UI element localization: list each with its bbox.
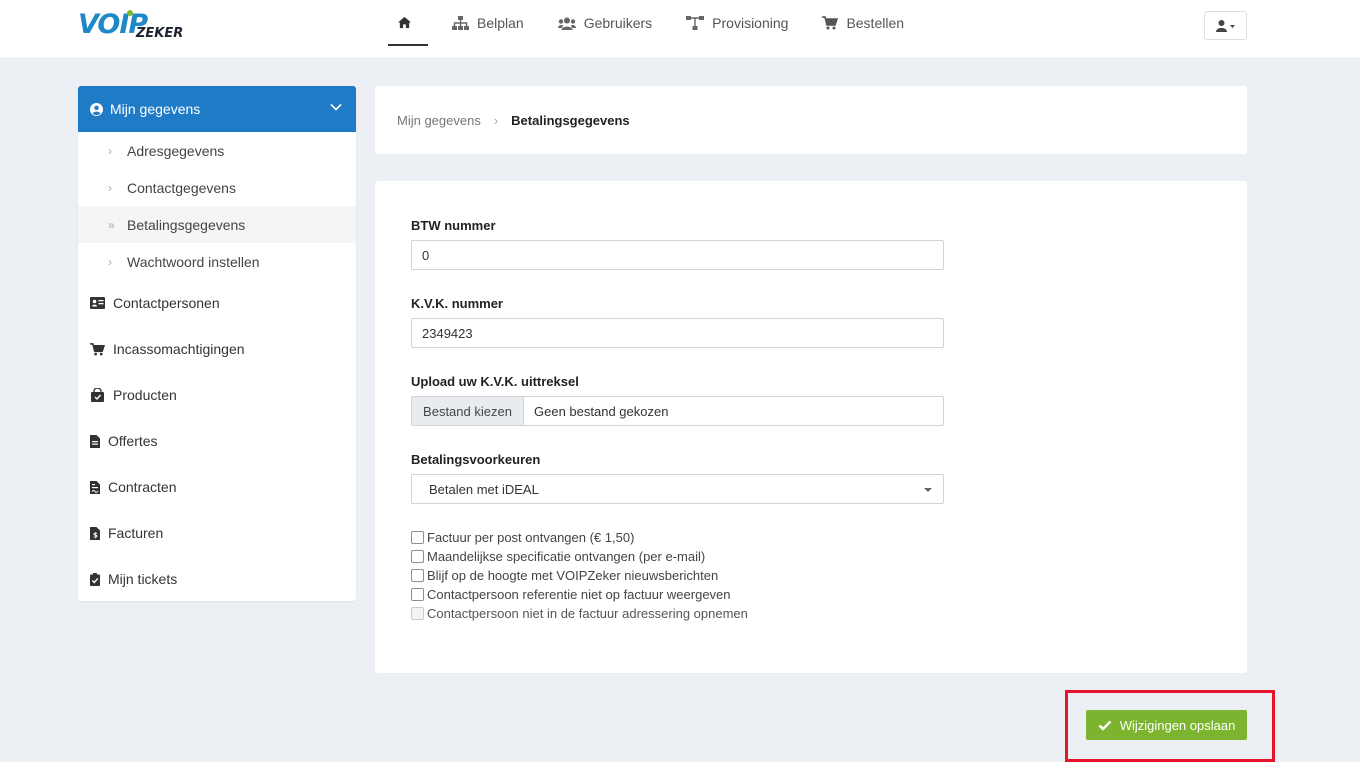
payment-details-form: BTW nummer K.V.K. nummer Upload uw K.V.K… <box>375 181 1247 673</box>
checkbox-box[interactable] <box>411 550 424 563</box>
breadcrumb-current: Betalingsgegevens <box>511 112 630 128</box>
btw-number-input[interactable] <box>411 240 944 270</box>
sidebar-item-betalingsgegevens[interactable]: » Betalingsgegevens <box>78 206 356 243</box>
chevron-right-icon: › <box>108 254 112 269</box>
sidebar-item-mijn-tickets[interactable]: Mijn tickets <box>78 556 356 602</box>
kvk-label: K.V.K. nummer <box>411 296 503 311</box>
save-button-label: Wijzigingen opslaan <box>1119 717 1236 733</box>
logo-text-sub: ZEKER <box>136 26 184 41</box>
choose-file-button[interactable]: Bestand kiezen <box>412 397 524 425</box>
sidebar-item-producten[interactable]: Producten <box>78 372 356 418</box>
kvk-upload-label: Upload uw K.V.K. uittreksel <box>411 374 579 389</box>
checkbox-hide-contact-reference[interactable]: Contactpersoon referentie niet op factuu… <box>411 585 748 604</box>
nav-item-home[interactable] <box>388 0 428 46</box>
nav-item-label: Bestellen <box>846 15 905 31</box>
top-navbar: VOIP ZEKER Belplan Gebruikers Provisioni… <box>0 0 1360 59</box>
sidebar: Mijn gegevens › Adresgegevens › Contactg… <box>78 86 356 601</box>
sidebar-item-incassomachtigingen[interactable]: Incassomachtigingen <box>78 326 356 372</box>
payment-preference-value: Betalen met iDEAL <box>429 481 539 497</box>
checkbox-newsletter[interactable]: Blijf op de hoogte met VOIPZeker nieuwsb… <box>411 566 748 585</box>
file-status-text: Geen bestand gekozen <box>534 403 669 419</box>
clipboard-check-icon <box>90 572 100 586</box>
file-icon <box>90 434 100 448</box>
kvk-number-input[interactable] <box>411 318 944 348</box>
user-circle-icon <box>90 102 103 116</box>
sitemap-icon <box>452 16 469 30</box>
checkbox-label: Factuur per post ontvangen (€ 1,50) <box>427 530 635 545</box>
dropdown-caret-icon <box>924 488 932 492</box>
sidebar-item-label: Adresgegevens <box>127 142 225 159</box>
sidebar-item-offertes[interactable]: Offertes <box>78 418 356 464</box>
sidebar-item-contactgegevens[interactable]: › Contactgegevens <box>78 169 356 206</box>
checkbox-box[interactable] <box>411 569 424 582</box>
btw-label: BTW nummer <box>411 218 496 233</box>
checkbox-label: Blijf op de hoogte met VOIPZeker nieuwsb… <box>427 568 719 583</box>
user-icon <box>1215 19 1235 32</box>
nav-item-gebruikers[interactable]: Gebruikers <box>557 0 653 46</box>
sidebar-item-label: Wachtwoord instellen <box>127 253 260 270</box>
payment-preference-label: Betalingsvoorkeuren <box>411 452 541 467</box>
chevron-right-icon: › <box>108 180 112 195</box>
checkbox-box <box>411 607 424 620</box>
breadcrumb-link-mijn-gegevens[interactable]: Mijn gegevens <box>397 113 481 128</box>
network-icon <box>686 16 705 30</box>
sidebar-item-label: Mijn tickets <box>108 571 178 587</box>
home-icon <box>397 16 411 28</box>
logo-dot <box>127 10 133 16</box>
check-icon <box>1098 720 1112 731</box>
sidebar-section-mijn-gegevens[interactable]: Mijn gegevens <box>78 86 356 132</box>
sidebar-item-contactpersonen[interactable]: Contactpersonen <box>78 280 356 326</box>
breadcrumb-separator-icon: › <box>493 112 499 128</box>
chevron-down-icon <box>330 103 342 111</box>
sidebar-item-contracten[interactable]: Contracten <box>78 464 356 510</box>
nav-item-provisioning[interactable]: Provisioning <box>686 0 788 46</box>
breadcrumb: Mijn gegevens › Betalingsgegevens <box>375 86 1247 154</box>
nav-item-label: Gebruikers <box>583 15 653 31</box>
payment-preference-select[interactable]: Betalen met iDEAL <box>411 474 944 504</box>
nav-item-label: Belplan <box>477 15 524 31</box>
sidebar-item-label: Facturen <box>108 525 164 541</box>
checkbox-monthly-specification[interactable]: Maandelijkse specificatie ontvangen (per… <box>411 547 748 566</box>
sidebar-item-facturen[interactable]: $ Facturen <box>78 510 356 556</box>
sidebar-item-label: Contracten <box>108 479 177 495</box>
invoice-icon: $ <box>90 526 100 540</box>
sidebar-item-label: Betalingsgegevens <box>127 216 246 233</box>
file-contract-icon <box>90 480 100 494</box>
sidebar-item-adresgegevens[interactable]: › Adresgegevens <box>78 132 356 169</box>
id-card-icon <box>90 297 105 309</box>
cart-icon <box>90 342 105 356</box>
checkbox-label: Maandelijkse specificatie ontvangen (per… <box>427 549 706 564</box>
voipzeker-logo[interactable]: VOIP ZEKER <box>78 10 190 42</box>
save-changes-button[interactable]: Wijzigingen opslaan <box>1086 710 1247 740</box>
checkbox-invoice-by-post[interactable]: Factuur per post ontvangen (€ 1,50) <box>411 528 748 547</box>
nav-item-belplan[interactable]: Belplan <box>452 0 524 46</box>
chevron-right-icon: › <box>108 143 112 158</box>
sidebar-item-wachtwoord-instellen[interactable]: › Wachtwoord instellen <box>78 243 356 280</box>
svg-text:$: $ <box>93 531 98 539</box>
checkbox-exclude-contact-addressing: Contactpersoon niet in de factuur adress… <box>411 604 748 623</box>
main-nav: Belplan Gebruikers Provisioning Bestelle… <box>388 0 938 59</box>
checkbox-label: Contactpersoon niet in de factuur adress… <box>427 606 748 621</box>
checkbox-label: Contactpersoon referentie niet op factuu… <box>427 587 731 602</box>
nav-item-label: Provisioning <box>712 15 789 31</box>
checkbox-box[interactable] <box>411 588 424 601</box>
sidebar-item-label: Incassomachtigingen <box>113 341 245 357</box>
options-checkbox-group: Factuur per post ontvangen (€ 1,50) Maan… <box>411 528 748 623</box>
double-chevron-right-icon: » <box>108 217 115 232</box>
nav-item-bestellen[interactable]: Bestellen <box>822 0 904 46</box>
shopping-bag-icon <box>91 388 104 402</box>
sidebar-section-label: Mijn gegevens <box>110 101 201 117</box>
sidebar-item-label: Producten <box>113 387 177 403</box>
checkbox-box[interactable] <box>411 531 424 544</box>
sidebar-item-label: Contactgegevens <box>127 179 236 196</box>
users-icon <box>557 17 576 30</box>
kvk-file-upload[interactable]: Bestand kiezen Geen bestand gekozen <box>411 396 944 426</box>
cart-icon <box>822 16 839 30</box>
sidebar-item-label: Contactpersonen <box>113 295 220 311</box>
user-menu-button[interactable] <box>1204 11 1247 40</box>
sidebar-item-label: Offertes <box>108 433 158 449</box>
